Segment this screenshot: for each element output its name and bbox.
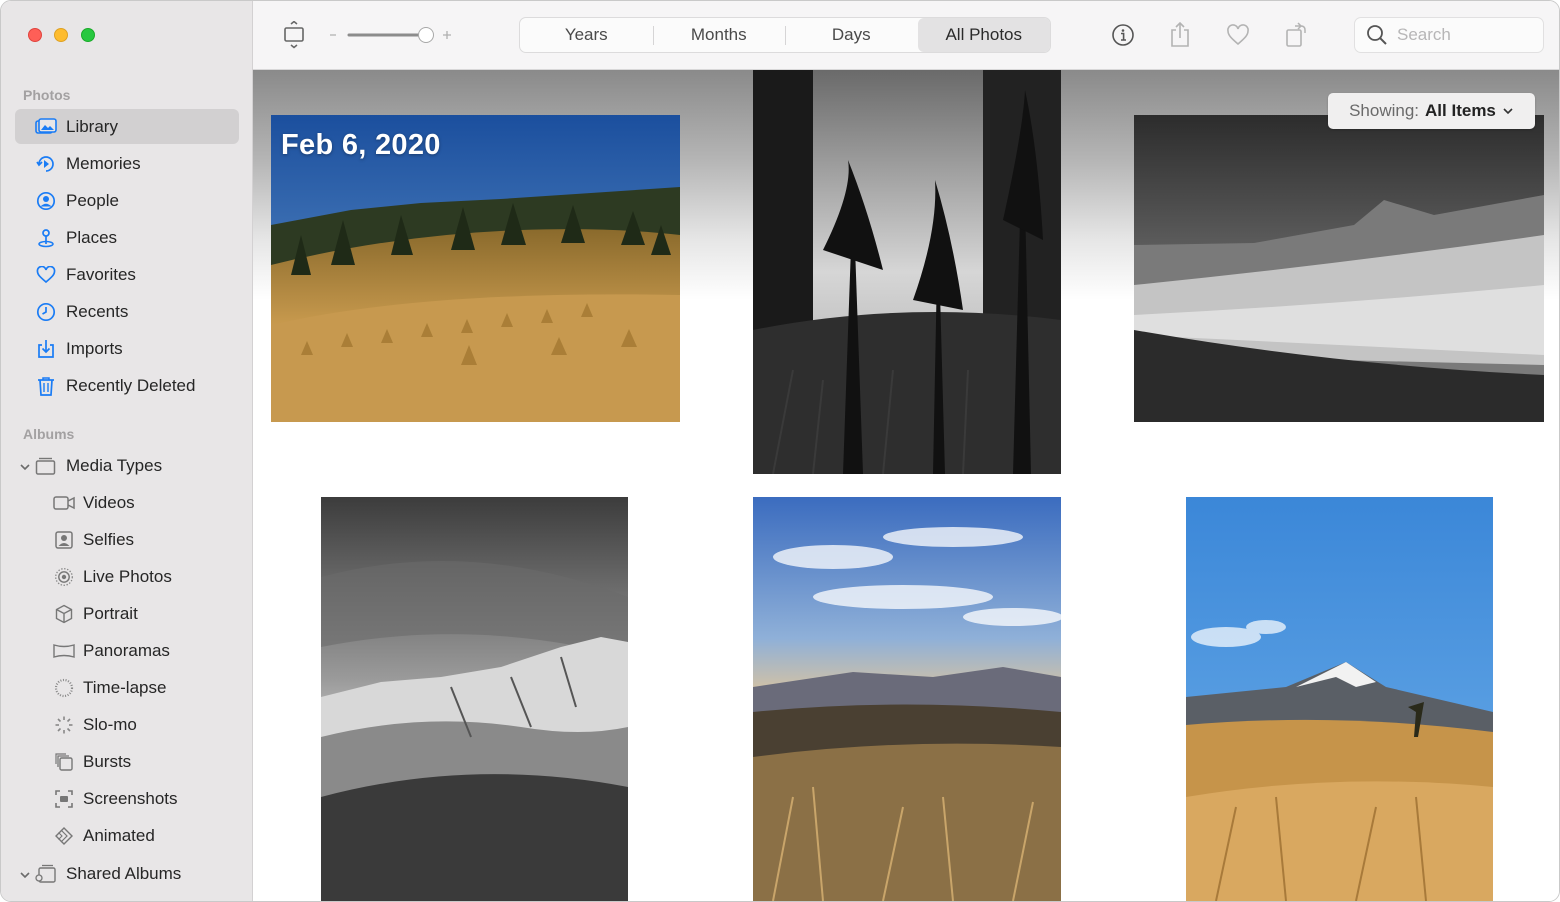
sidebar-item-time-lapse[interactable]: Time-lapse xyxy=(15,670,239,705)
places-icon xyxy=(35,227,57,249)
photo-thumbnail[interactable] xyxy=(321,497,628,901)
sidebar-item-live-photos[interactable]: Live Photos xyxy=(15,559,239,594)
date-label: Feb 6, 2020 xyxy=(281,129,441,161)
tab-years[interactable]: Years xyxy=(520,18,653,52)
search-field[interactable] xyxy=(1354,17,1544,53)
sidebar-item-library[interactable]: Library xyxy=(15,109,239,144)
sidebar-item-selfies[interactable]: Selfies xyxy=(15,522,239,557)
sidebar-item-portrait[interactable]: Portrait xyxy=(15,596,239,631)
sidebar-item-label: Recents xyxy=(66,301,129,321)
photo-thumbnail[interactable] xyxy=(1186,497,1493,901)
sidebar-item-label: Live Photos xyxy=(83,566,172,586)
sidebar-item-media-types[interactable]: Media Types xyxy=(15,448,239,483)
info-icon[interactable] xyxy=(1110,21,1136,49)
sidebar-item-label: Memories xyxy=(66,153,141,173)
sidebar-item-memories[interactable]: Memories xyxy=(15,146,239,181)
sidebar-item-recently-deleted[interactable]: Recently Deleted xyxy=(15,368,239,403)
live-photo-icon xyxy=(53,566,75,588)
timelapse-icon xyxy=(53,677,75,699)
tab-all-photos[interactable]: All Photos xyxy=(917,18,1050,52)
photos-window: Photos Library Memories People Places Fa… xyxy=(0,0,1560,902)
showing-value: All Items xyxy=(1425,101,1496,120)
slomo-icon xyxy=(53,714,75,736)
toolbar: Years Months Days All Photos xyxy=(253,1,1559,70)
trash-icon xyxy=(35,375,57,397)
bursts-icon xyxy=(53,751,75,773)
slideshow-icon[interactable] xyxy=(281,21,307,49)
sidebar-item-label: Recently Deleted xyxy=(66,375,196,395)
sidebar-item-animated[interactable]: Animated xyxy=(15,818,239,853)
volcano-grass-photo xyxy=(1186,497,1493,901)
view-tabs: Years Months Days All Photos xyxy=(519,17,1051,53)
heart-icon xyxy=(35,264,57,286)
bw-mountain-photo xyxy=(321,497,628,901)
favorite-heart-icon[interactable] xyxy=(1225,21,1251,49)
panorama-icon xyxy=(53,640,75,662)
sidebar-item-label: Screenshots xyxy=(83,788,178,808)
close-button[interactable] xyxy=(28,28,42,42)
showing-filter-button[interactable]: Showing: All Items xyxy=(1328,93,1535,129)
clock-icon xyxy=(35,301,57,323)
bw-forest-photo xyxy=(753,70,1061,474)
sidebar-item-bursts[interactable]: Bursts xyxy=(15,744,239,779)
bw-volcano-photo xyxy=(1134,115,1544,422)
portrait-cube-icon xyxy=(53,603,75,625)
sidebar-item-label: Slo-mo xyxy=(83,714,137,734)
sidebar-item-places[interactable]: Places xyxy=(15,220,239,255)
zoom-button[interactable] xyxy=(81,28,95,42)
sidebar-item-imports[interactable]: Imports xyxy=(15,331,239,366)
sidebar-item-recents[interactable]: Recents xyxy=(15,294,239,329)
photo-thumbnail[interactable] xyxy=(1134,115,1544,422)
sidebar-item-label: Time-lapse xyxy=(83,677,167,697)
shared-albums-icon xyxy=(35,863,57,885)
sunset-meadow-photo xyxy=(753,497,1061,901)
search-icon xyxy=(1367,25,1387,45)
sidebar-item-videos[interactable]: Videos xyxy=(15,485,239,520)
tab-months[interactable]: Months xyxy=(652,18,786,52)
sidebar-item-slo-mo[interactable]: Slo-mo xyxy=(15,707,239,742)
share-icon[interactable] xyxy=(1167,21,1193,49)
sidebar-item-label: Imports xyxy=(66,338,123,358)
sidebar-item-label: Selfies xyxy=(83,529,135,549)
screenshot-icon xyxy=(53,788,75,810)
sidebar-item-label: Favorites xyxy=(66,264,136,284)
sidebar-item-label: Bursts xyxy=(83,751,132,771)
minimize-button[interactable] xyxy=(54,28,68,42)
photo-thumbnail[interactable] xyxy=(753,497,1061,901)
sidebar-item-shared-albums[interactable]: Shared Albums xyxy=(15,856,239,891)
selfie-icon xyxy=(53,529,75,551)
photo-thumbnail[interactable] xyxy=(753,70,1061,474)
people-icon xyxy=(35,190,57,212)
import-icon xyxy=(35,338,57,360)
photos-section-header: Photos xyxy=(23,87,71,103)
sidebar-item-label: Animated xyxy=(83,825,155,845)
rotate-icon[interactable] xyxy=(1283,21,1309,49)
memories-icon xyxy=(35,153,57,175)
sidebar-item-label: Shared Albums xyxy=(66,863,182,883)
sidebar-item-label: Portrait xyxy=(83,603,138,623)
albums-section-header: Albums xyxy=(23,426,75,442)
sidebar-item-panoramas[interactable]: Panoramas xyxy=(15,633,239,668)
sidebar-item-screenshots[interactable]: Screenshots xyxy=(15,781,239,816)
search-input[interactable] xyxy=(1395,24,1539,46)
sidebar-item-people[interactable]: People xyxy=(15,183,239,218)
library-icon xyxy=(35,116,57,138)
video-icon xyxy=(53,492,75,514)
zoom-slider[interactable] xyxy=(327,26,457,44)
showing-prefix: Showing: xyxy=(1349,101,1420,120)
sidebar: Photos Library Memories People Places Fa… xyxy=(1,1,253,901)
sidebar-item-label: Places xyxy=(66,227,118,247)
chevron-down-icon xyxy=(1503,108,1513,115)
photo-thumbnail[interactable]: Feb 6, 2020 xyxy=(271,115,680,422)
sidebar-item-label: Videos xyxy=(83,492,135,512)
sidebar-item-label: Panoramas xyxy=(83,640,170,660)
folder-icon xyxy=(35,455,57,477)
tab-days[interactable]: Days xyxy=(785,18,918,52)
animated-icon xyxy=(53,825,75,847)
photo-grid: Feb 6, 2020 Showing: All Items xyxy=(253,70,1559,901)
sidebar-item-label: People xyxy=(66,190,119,210)
sidebar-item-label: Media Types xyxy=(66,455,163,475)
sidebar-item-favorites[interactable]: Favorites xyxy=(15,257,239,292)
sidebar-item-label: Library xyxy=(66,116,118,136)
